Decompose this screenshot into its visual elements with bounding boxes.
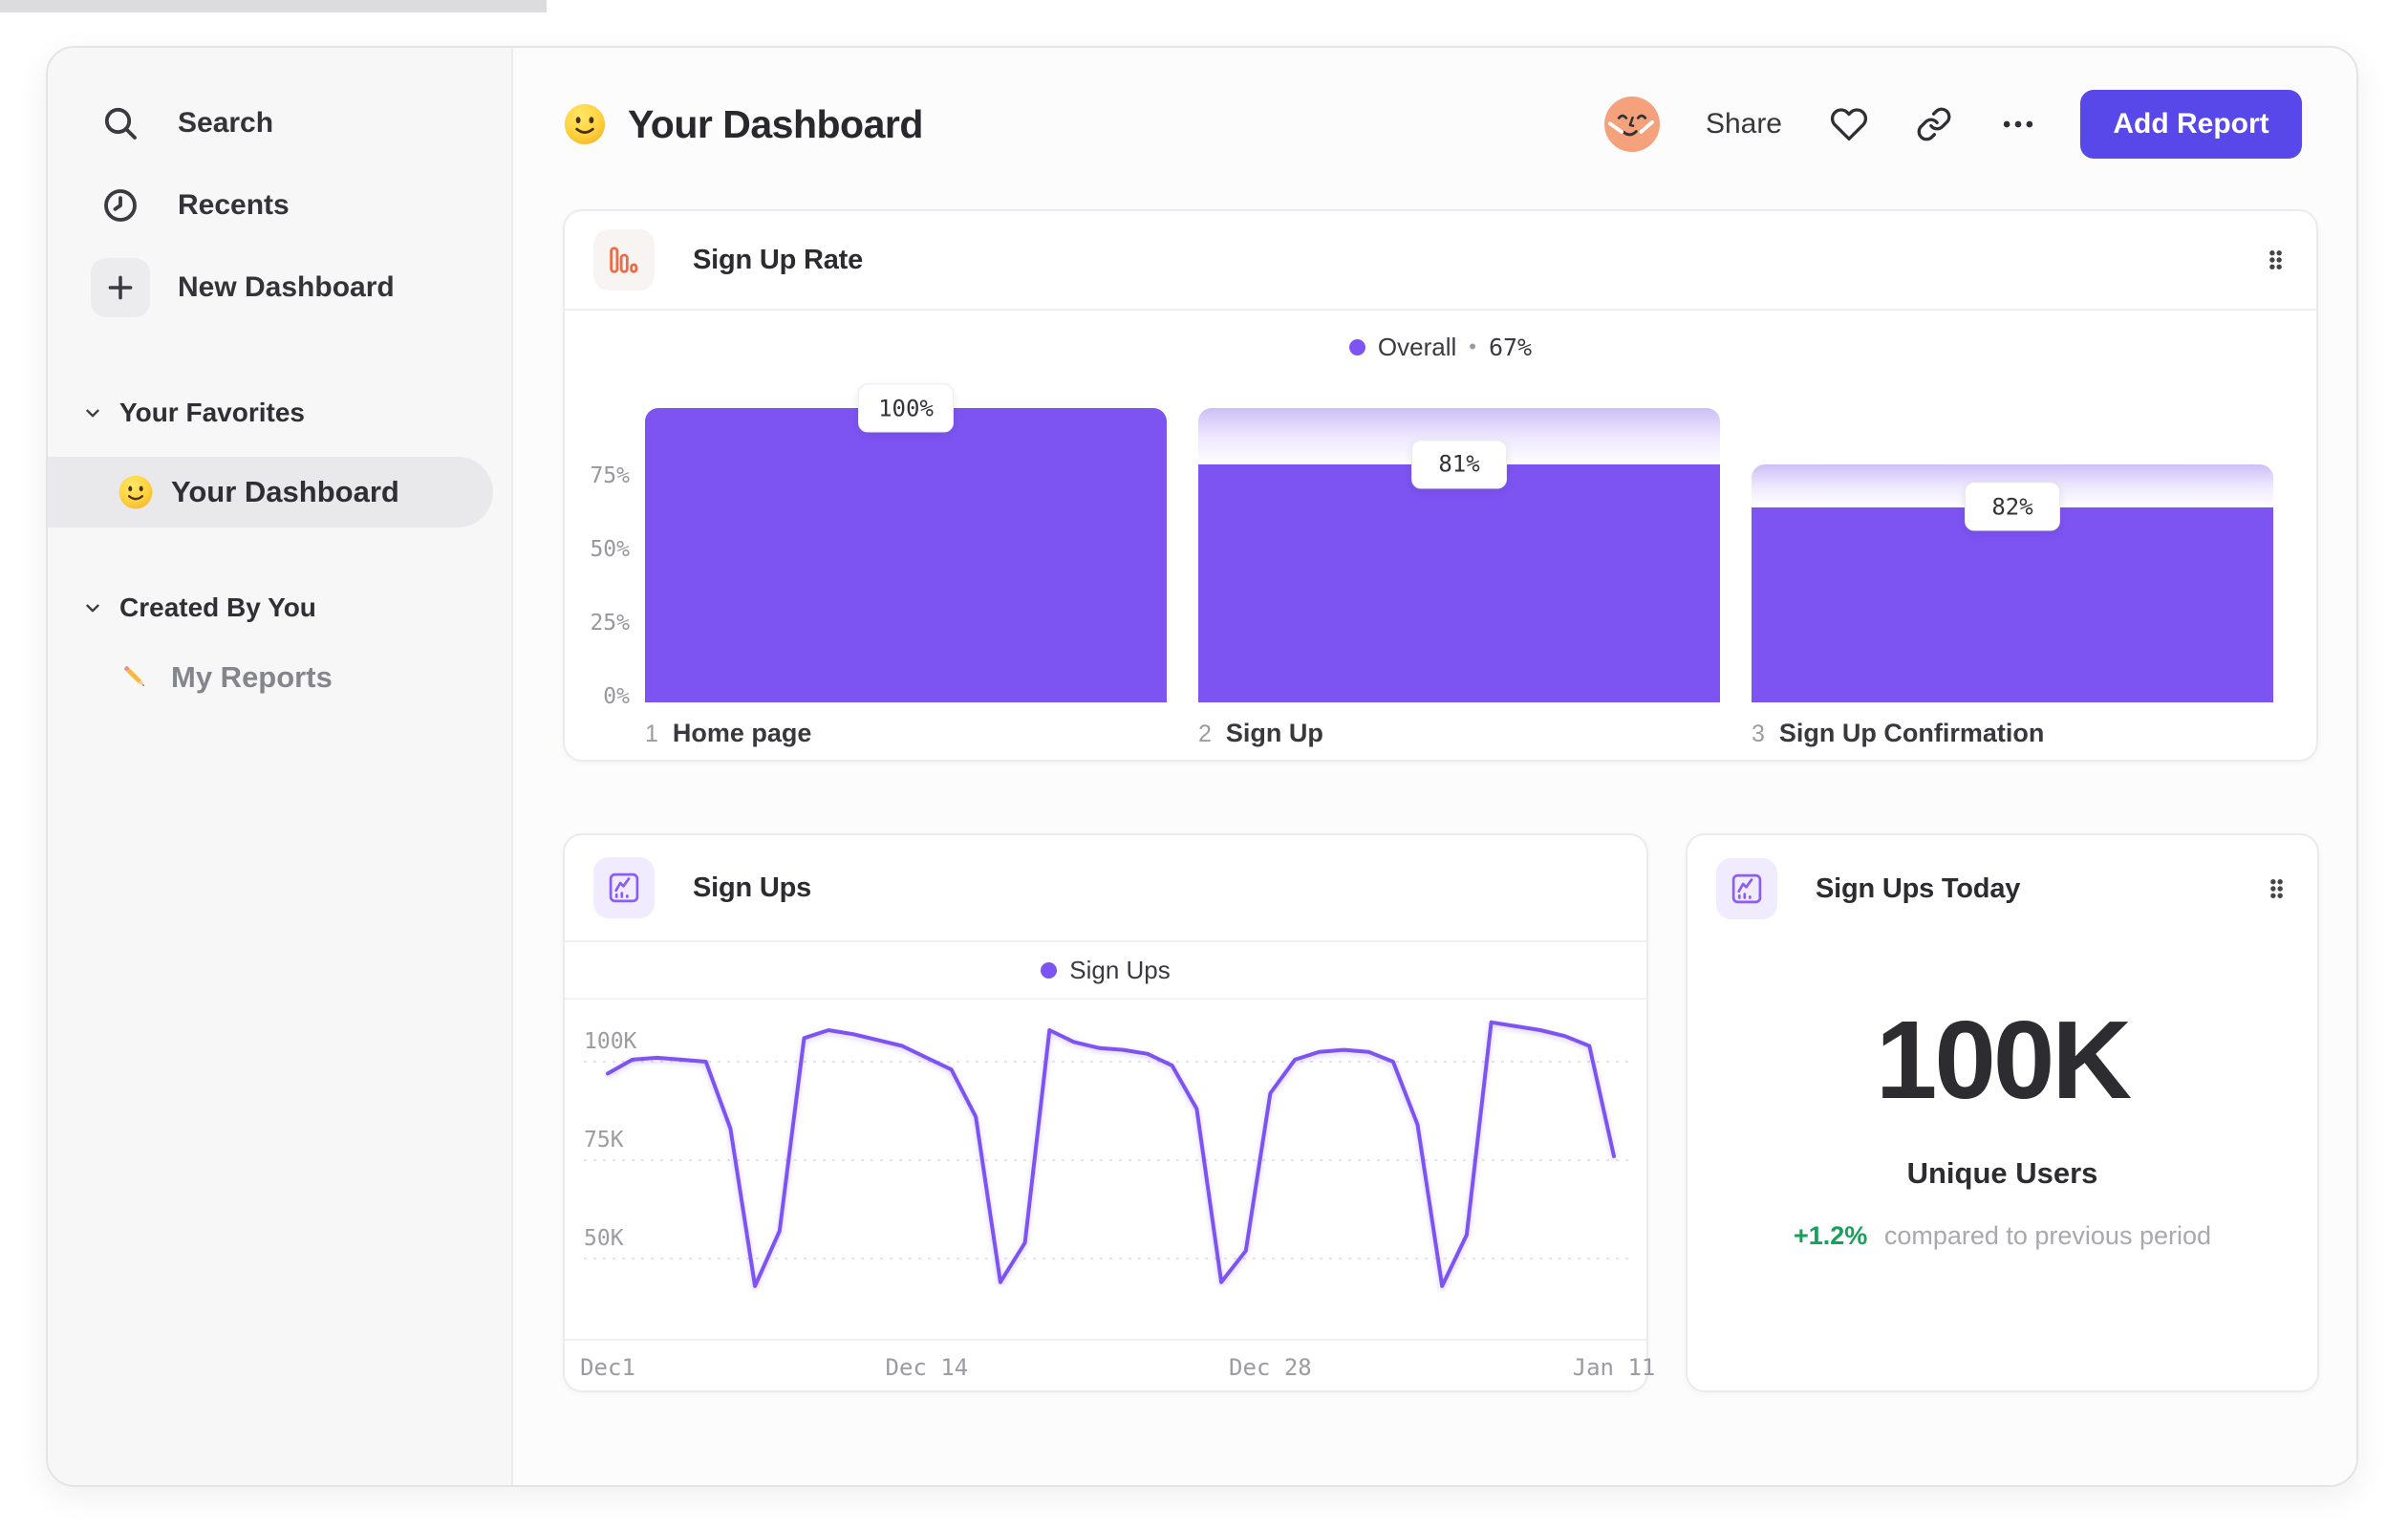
more-options-button[interactable] [2000, 106, 2036, 142]
legend-dot [1348, 338, 1365, 355]
metric-delta: +1.2% compared to previous period [1688, 1221, 2317, 1251]
sidebar-item-label: Your Dashboard [171, 475, 399, 508]
card-header: Sign Ups [565, 835, 1646, 942]
line-legend: Sign Ups [565, 942, 1646, 1000]
created-by-you-section-header[interactable]: Created By You [48, 581, 511, 635]
chevron-down-icon [82, 597, 103, 618]
section-label: Created By You [119, 592, 316, 622]
main-content: Your Dashboard Share Add Report Sign Up … [513, 48, 2356, 1485]
heart-icon [1830, 108, 1868, 141]
sidebar-item-search[interactable]: Search [48, 82, 511, 164]
user-avatar[interactable] [1603, 97, 1660, 152]
card-header: Sign Up Rate [565, 211, 2316, 311]
funnel-step-sign-up[interactable]: 81% 2 Sign Up [1198, 408, 1720, 748]
background-window-artifact [0, 0, 547, 12]
pencil-emoji-icon [117, 658, 155, 697]
ellipsis-icon [2003, 120, 2033, 128]
add-report-button[interactable]: Add Report [2080, 90, 2302, 159]
funnel-bar [1752, 506, 2273, 702]
sidebar-item-label: New Dashboard [178, 271, 395, 303]
funnel-chart: 100% 1 Home page 81% 2 Sign Up 82% 3 Sig… [645, 383, 2273, 748]
funnel-legend: Overall • 67% [565, 326, 2316, 368]
svg-text:100K: 100K [584, 1029, 637, 1054]
line-x-axis: Dec1 Dec 14 Dec 28 Jan 11 [565, 1339, 1655, 1392]
copy-link-button[interactable] [1916, 106, 1952, 142]
sidebar-section-favorites: Your Favorites Your Dashboard [48, 386, 511, 528]
card-title: Sign Ups [693, 872, 812, 903]
conversion-badge: 81% [1411, 440, 1507, 489]
metric-value: 100K [1875, 998, 2132, 1122]
sidebar-item-label: Search [178, 107, 274, 139]
conversion-badge: 100% [858, 383, 954, 433]
search-icon [99, 102, 141, 144]
sidebar-item-label: Recents [178, 189, 290, 221]
clock-icon [99, 184, 141, 226]
svg-text:75K: 75K [584, 1128, 624, 1152]
sidebar: Search Recents New Dashboard Your Favori… [48, 48, 513, 1485]
sidebar-item-your-dashboard[interactable]: Your Dashboard [48, 457, 493, 528]
card-header: Sign Ups Today [1688, 835, 2317, 942]
chevron-down-icon [82, 402, 103, 423]
metric-caption: Unique Users [1906, 1156, 2098, 1190]
drag-handle-icon[interactable] [2264, 876, 2289, 902]
sign-ups-card: Sign Ups Sign Ups 100K 75K 50K Dec1 Dec 14 D… [563, 833, 1655, 1392]
favorites-section-header[interactable]: Your Favorites [48, 386, 511, 440]
app-window: Search Recents New Dashboard Your Favori… [46, 46, 2358, 1487]
smiley-emoji-icon [117, 473, 155, 511]
funnel-step-home-page[interactable]: 100% 1 Home page [645, 383, 1167, 748]
delta-note: compared to previous period [1883, 1221, 2212, 1250]
sign-up-rate-card: Sign Up Rate Overall • 67% 75% 50% 25% 0% 1… [563, 209, 2318, 762]
legend-dot [1041, 961, 1058, 979]
funnel-y-axis: 75% 50% 25% 0% [590, 463, 630, 709]
card-title: Sign Up Rate [693, 244, 864, 275]
page-title: Your Dashboard [628, 101, 923, 146]
step-label: Sign Up Confirmation [1778, 719, 2045, 747]
funnel-bar [1198, 463, 1720, 702]
funnel-step-sign-up-confirmation[interactable]: 82% 3 Sign Up Confirmation [1752, 408, 2273, 748]
step-number: 3 [1752, 721, 1765, 747]
sidebar-section-created-by-you: Created By You My Reports [48, 581, 511, 713]
step-label: Sign Up [1225, 719, 1323, 747]
card-title: Sign Ups Today [1816, 872, 2021, 904]
favorite-heart-button[interactable] [1830, 105, 1868, 143]
step-number: 2 [1198, 721, 1212, 747]
step-number: 1 [645, 721, 658, 747]
delta-percent: +1.2% [1793, 1221, 1868, 1250]
plus-icon [91, 258, 150, 317]
section-label: Your Favorites [119, 398, 305, 427]
sidebar-item-label: My Reports [171, 660, 333, 694]
funnel-bar-chart-icon [593, 229, 655, 291]
sign-ups-today-card: Sign Ups Today 100K Unique Users +1.2% c… [1686, 833, 2319, 1392]
line-chart-icon [1716, 858, 1777, 919]
link-icon [1917, 107, 1951, 141]
page-header: Your Dashboard Share Add Report [563, 90, 2302, 159]
line-chart-icon [593, 857, 655, 918]
sign-ups-line-chart[interactable]: 100K 75K 50K [565, 1000, 1650, 1339]
sidebar-item-new-dashboard[interactable]: New Dashboard [48, 247, 511, 329]
smiley-emoji-icon [563, 102, 607, 146]
sidebar-item-my-reports[interactable]: My Reports [48, 642, 511, 713]
share-button[interactable]: Share [1706, 108, 1782, 140]
drag-handle-icon[interactable] [2263, 248, 2288, 273]
step-label: Home page [672, 719, 812, 747]
funnel-bar [645, 408, 1167, 702]
svg-text:50K: 50K [584, 1226, 624, 1251]
sidebar-item-recents[interactable]: Recents [48, 164, 511, 247]
conversion-badge: 82% [1965, 482, 2060, 531]
